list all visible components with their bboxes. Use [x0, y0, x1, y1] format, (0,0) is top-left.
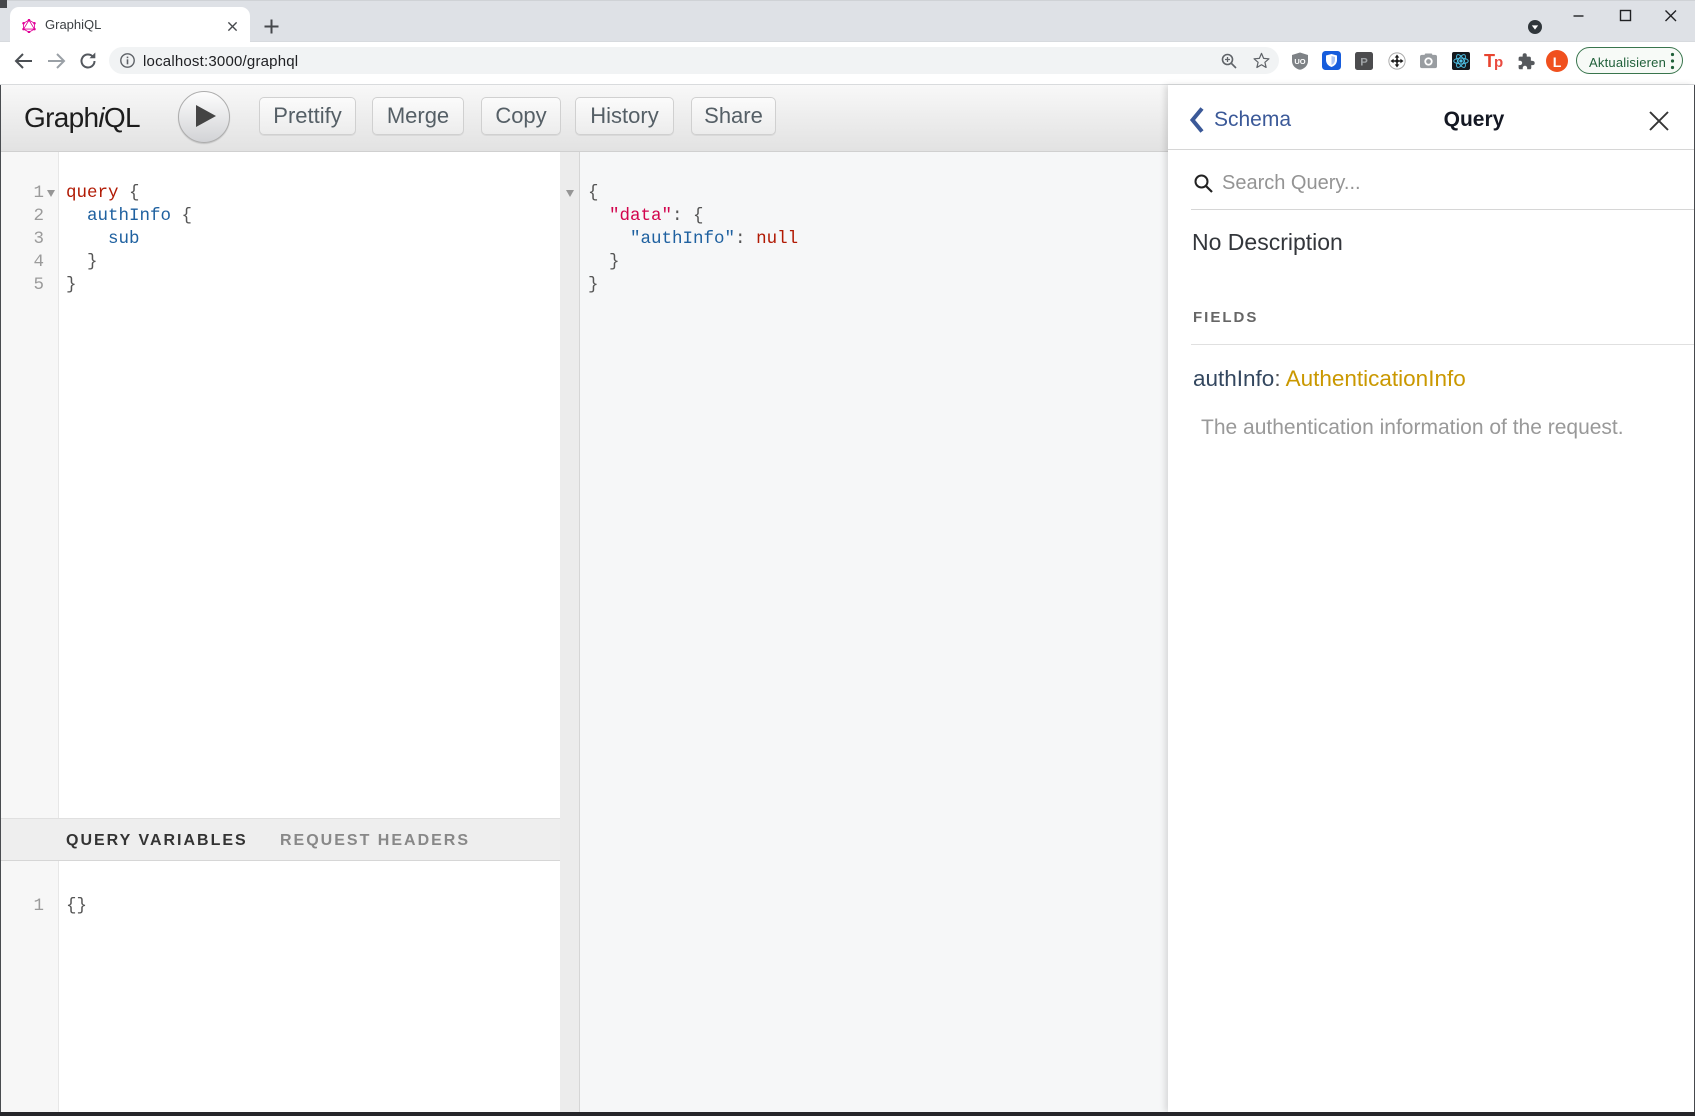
svg-text:UO: UO — [1294, 57, 1305, 66]
svg-text:P: P — [1360, 56, 1368, 68]
